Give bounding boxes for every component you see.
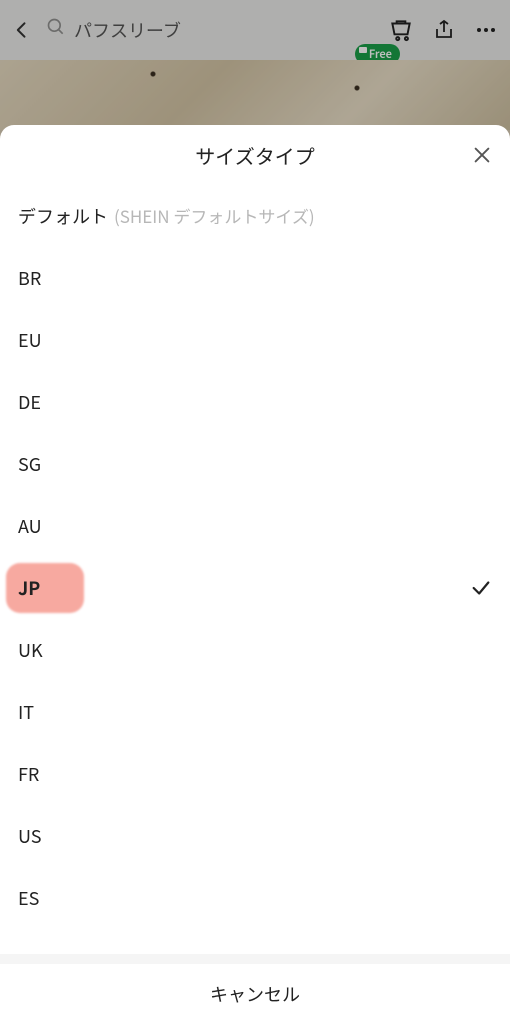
close-icon xyxy=(471,144,493,166)
size-option-main: UK xyxy=(18,637,43,663)
size-option-jp[interactable]: JP xyxy=(0,557,510,619)
size-option-デフォルト[interactable]: デフォルト(SHEIN デフォルトサイズ) xyxy=(0,185,510,247)
footer-separator xyxy=(0,954,510,964)
size-option-main: FR xyxy=(18,761,39,787)
size-option-label: BR xyxy=(18,265,41,291)
size-option-label: UK xyxy=(18,637,43,663)
size-option-main: DE xyxy=(18,389,41,415)
size-option-label: AU xyxy=(18,513,42,539)
size-option-au[interactable]: AU xyxy=(0,495,510,557)
sheet-title: サイズタイプ xyxy=(195,141,314,170)
size-option-fr[interactable]: FR xyxy=(0,743,510,805)
size-option-de[interactable]: DE xyxy=(0,371,510,433)
size-option-label: デフォルト(SHEIN デフォルトサイズ) xyxy=(18,203,315,229)
size-option-us[interactable]: US xyxy=(0,805,510,867)
size-option-main: JP xyxy=(18,575,40,601)
size-option-main: EU xyxy=(18,327,42,353)
cancel-button[interactable]: キャンセル xyxy=(0,964,510,1024)
size-option-label: FR xyxy=(18,761,39,787)
size-option-list: デフォルト(SHEIN デフォルトサイズ) BR EU DE SG AU JP UK IT FR U… xyxy=(0,185,510,954)
size-option-es[interactable]: ES xyxy=(0,867,510,929)
size-option-label: EU xyxy=(18,327,42,353)
size-option-main: US xyxy=(18,823,41,849)
size-option-label: DE xyxy=(18,389,41,415)
size-option-main: デフォルト xyxy=(18,203,108,229)
size-type-sheet: サイズタイプ デフォルト(SHEIN デフォルトサイズ) BR EU DE SG AU JP… xyxy=(0,125,510,1024)
size-option-sg[interactable]: SG xyxy=(0,433,510,495)
check-icon xyxy=(470,577,492,599)
size-option-main: ES xyxy=(18,885,39,911)
size-option-label: IT xyxy=(18,699,34,725)
size-option-label: JP xyxy=(18,575,40,601)
size-option-main: IT xyxy=(18,699,34,725)
size-option-label: SG xyxy=(18,451,41,477)
size-option-main: BR xyxy=(18,265,41,291)
size-option-eu[interactable]: EU xyxy=(0,309,510,371)
size-option-br[interactable]: BR xyxy=(0,247,510,309)
sheet-header: サイズタイプ xyxy=(0,125,510,185)
close-button[interactable] xyxy=(466,139,498,171)
size-option-label: US xyxy=(18,823,41,849)
size-option-label: ES xyxy=(18,885,39,911)
size-option-it[interactable]: IT xyxy=(0,681,510,743)
size-option-main: SG xyxy=(18,451,41,477)
size-option-sub: (SHEIN デフォルトサイズ) xyxy=(114,203,315,228)
size-option-uk[interactable]: UK xyxy=(0,619,510,681)
cancel-label: キャンセル xyxy=(210,981,300,1007)
size-option-main: AU xyxy=(18,513,42,539)
